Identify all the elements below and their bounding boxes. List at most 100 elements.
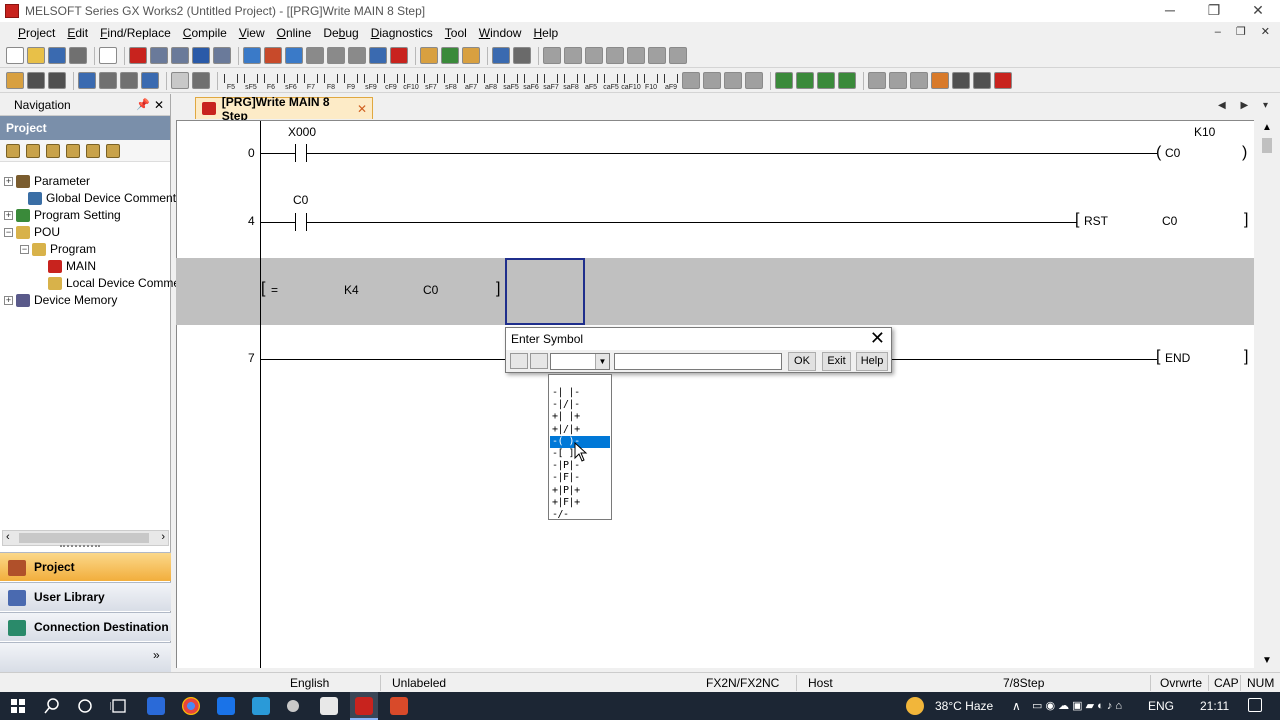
ladder-symbol-button[interactable]: sF9	[362, 71, 380, 91]
nav-tab-user-library[interactable]: User Library	[0, 582, 171, 611]
toolbar-button-icon[interactable]	[390, 47, 408, 64]
property-icon[interactable]	[66, 143, 80, 158]
toolbar-button-icon[interactable]	[48, 47, 66, 64]
gx-works-taskbar-item[interactable]	[350, 692, 378, 720]
new-data-icon[interactable]	[6, 143, 20, 158]
symbol-combo[interactable]: ▼	[550, 353, 610, 370]
toolbar-button-icon[interactable]	[369, 47, 387, 64]
instruction[interactable]: RST	[1084, 214, 1108, 228]
menu-find-replace[interactable]: Find/Replace	[94, 22, 177, 44]
ladder-symbol-button[interactable]: F9	[342, 71, 360, 91]
menu-debug[interactable]: Debug	[317, 22, 364, 44]
ladder-symbol-button[interactable]: aF7	[462, 71, 480, 91]
mdi-window-controls[interactable]: – ❐ ✕	[1215, 25, 1276, 38]
tree-item-local-device-commen[interactable]: Local Device Commen	[36, 275, 187, 292]
toolbar-button-icon[interactable]	[585, 47, 603, 64]
toolbar-button-icon[interactable]	[543, 47, 561, 64]
tree-item-program[interactable]: − Program	[20, 241, 96, 258]
compare-operand-1[interactable]: K4	[344, 283, 359, 297]
toolbar-button-icon[interactable]	[150, 47, 168, 64]
instruction-input[interactable]	[614, 353, 782, 370]
minimize-button[interactable]: ─	[1148, 0, 1192, 22]
dialog-close-icon[interactable]: ✕	[870, 329, 885, 347]
help-button[interactable]: Help	[856, 352, 888, 371]
ladder-symbol-button[interactable]: F10	[642, 71, 660, 91]
end-instruction[interactable]: END	[1165, 351, 1190, 365]
toolbar-button-icon[interactable]	[564, 47, 582, 64]
tree-item-parameter[interactable]: + Parameter	[4, 173, 90, 190]
taskbar-app-icon[interactable]	[147, 697, 165, 715]
expand-toggle-icon[interactable]: +	[4, 177, 13, 186]
menu-diagnostics[interactable]: Diagnostics	[365, 22, 439, 44]
toolbar-button-icon[interactable]	[441, 47, 459, 64]
scroll-thumb[interactable]	[1262, 138, 1272, 153]
instruction-operand[interactable]: C0	[1162, 214, 1177, 228]
cortana-icon[interactable]	[77, 698, 93, 714]
ladder-symbol-button[interactable]: saF6	[522, 71, 540, 91]
contact-device[interactable]: X000	[288, 125, 316, 139]
nav-tab-project[interactable]: Project	[0, 552, 171, 581]
toolbar-button-icon[interactable]	[838, 72, 856, 89]
toolbar-button-icon[interactable]	[99, 72, 117, 89]
restore-button[interactable]: ❐	[1192, 0, 1236, 22]
ladder-symbol-button[interactable]: sF7	[422, 71, 440, 91]
toolbar-button-icon[interactable]	[213, 47, 231, 64]
toolbar-button-icon[interactable]	[192, 47, 210, 64]
weather-text[interactable]: 38°C Haze	[935, 699, 993, 713]
editor-vertical-scrollbar[interactable]: ▲ ▼	[1254, 120, 1280, 668]
toolbar-button-icon[interactable]	[513, 47, 531, 64]
tab-navigation-arrows[interactable]: ◀ ▶ ▾	[1218, 100, 1274, 111]
tray-chevron-icon[interactable]: ∧	[1012, 699, 1021, 713]
expand-toggle-icon[interactable]: −	[20, 245, 29, 254]
toolbar-button-icon[interactable]	[889, 72, 907, 89]
toolbar-button-icon[interactable]	[703, 72, 721, 89]
toolbar-button-icon[interactable]	[669, 47, 687, 64]
symbol-list-icon[interactable]	[510, 353, 528, 369]
ladder-symbol-button[interactable]: caF5	[602, 71, 620, 91]
toolbar-button-icon[interactable]	[994, 72, 1012, 89]
menu-compile[interactable]: Compile	[177, 22, 233, 44]
toolbar-button-icon[interactable]	[420, 47, 438, 64]
search-icon[interactable]	[44, 698, 60, 714]
ladder-symbol-button[interactable]: saF7	[542, 71, 560, 91]
menu-tool[interactable]: Tool	[439, 22, 473, 44]
toolbar-button-icon[interactable]	[78, 72, 96, 89]
toolbar-button-icon[interactable]	[171, 47, 189, 64]
scroll-thumb[interactable]	[19, 533, 149, 543]
toolbar-button-icon[interactable]	[648, 47, 666, 64]
ladder-symbol-button[interactable]: F8	[322, 71, 340, 91]
ladder-symbol-button[interactable]: caF10	[621, 71, 641, 91]
tray-icons[interactable]: ▭ ◉ ☁ ▣ ▰ ◐ ♪ ⌂	[1032, 699, 1122, 712]
toolbar-button-icon[interactable]	[306, 47, 324, 64]
toolbar-button-icon[interactable]	[27, 72, 45, 89]
taskbar-app-icon[interactable]	[320, 697, 338, 715]
notification-icon[interactable]	[1248, 698, 1262, 712]
menu-edit[interactable]: Edit	[61, 22, 94, 44]
toolbar-button-icon[interactable]	[817, 72, 835, 89]
tree-item-global-device-comment[interactable]: Global Device Comment	[16, 190, 176, 207]
taskbar-app-icon[interactable]	[287, 700, 299, 712]
toolbar-button-icon[interactable]	[264, 47, 282, 64]
taskbar-app-icon[interactable]	[390, 697, 408, 715]
toolbar-button-icon[interactable]	[745, 72, 763, 89]
expand-toggle-icon[interactable]: +	[4, 296, 13, 305]
chevron-down-icon[interactable]: ▼	[595, 354, 609, 369]
pin-icon[interactable]: 📌	[136, 94, 150, 116]
toolbar-button-icon[interactable]	[243, 47, 261, 64]
toolbar-button-icon[interactable]	[492, 47, 510, 64]
nav-tab-connection-destination[interactable]: Connection Destination	[0, 612, 171, 641]
comment-icon[interactable]	[530, 353, 548, 369]
menu-view[interactable]: View	[233, 22, 271, 44]
ladder-symbol-button[interactable]: F7	[302, 71, 320, 91]
refresh-icon[interactable]	[86, 143, 100, 158]
ladder-symbol-button[interactable]: sF5	[242, 71, 260, 91]
toolbar-button-icon[interactable]	[192, 72, 210, 89]
toolbar-button-icon[interactable]	[606, 47, 624, 64]
splitter-grip[interactable]	[60, 545, 100, 549]
toolbar-button-icon[interactable]	[973, 72, 991, 89]
toolbar-button-icon[interactable]	[141, 72, 159, 89]
paste-data-icon[interactable]	[46, 143, 60, 158]
toolbar-button-icon[interactable]	[931, 72, 949, 89]
chrome-icon[interactable]	[182, 697, 200, 715]
tab-main-program[interactable]: [PRG]Write MAIN 8 Step ✕	[195, 95, 373, 123]
